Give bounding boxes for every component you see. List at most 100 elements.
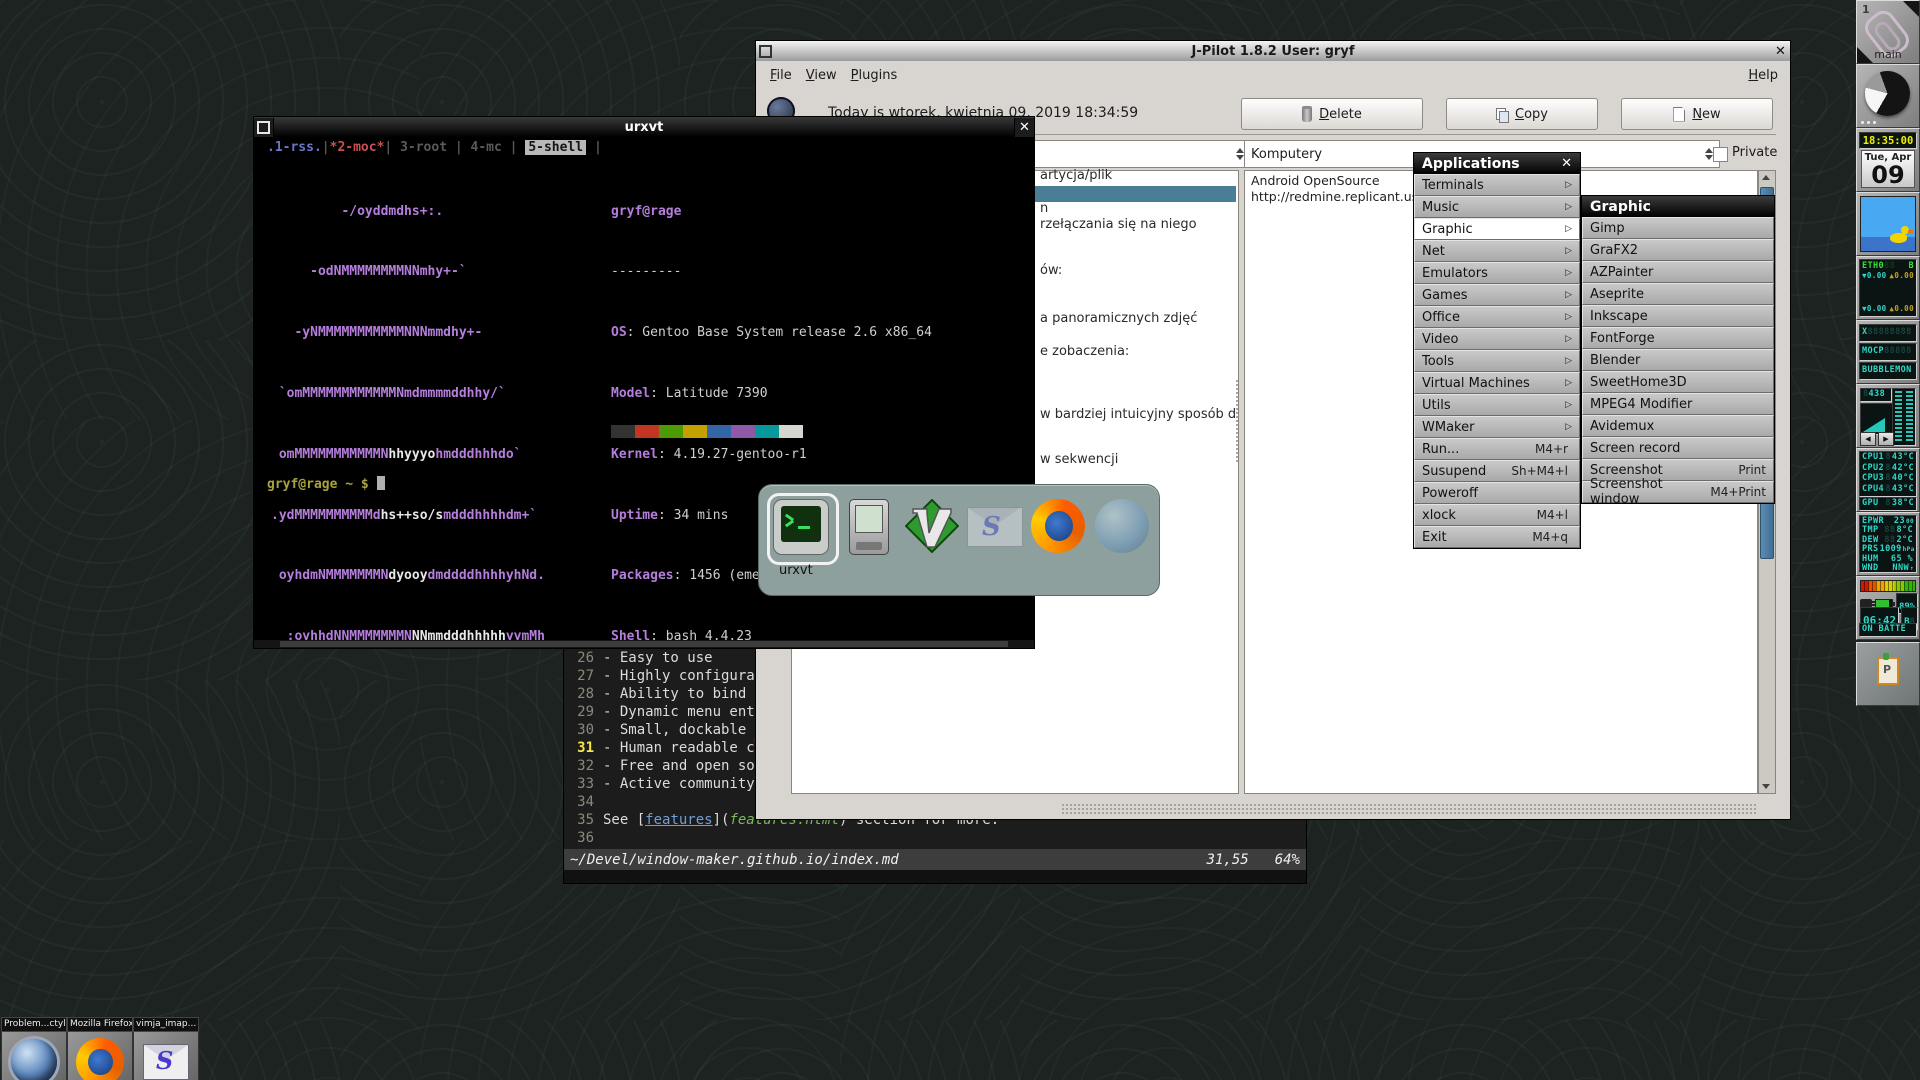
miniaturize-button[interactable] [254, 118, 274, 137]
menu-item[interactable]: SweetHome3D [1582, 371, 1774, 393]
screen-tabs[interactable]: .1-rss.|*2-moc*| 3-root | 4-mc | 5-shell… [267, 140, 602, 155]
delete-button[interactable]: Delete [1241, 98, 1423, 130]
screen-tab[interactable]: *2-moc* [330, 140, 385, 155]
urxvt-terminal-icon[interactable] [773, 499, 827, 553]
dock-cpu-temps[interactable]: CPU1843°C CPU2842°C CPU3840°C CPU4843°C … [1856, 448, 1920, 512]
screen-tab[interactable]: 4-mc [463, 140, 510, 155]
dock-clipboard-manager[interactable]: P [1856, 642, 1920, 706]
list-row[interactable]: a panoramicznych zdjęć [1040, 311, 1197, 326]
menu-item[interactable]: GraFX2 [1582, 239, 1774, 261]
list-row[interactable]: n [1040, 201, 1048, 216]
list-row[interactable]: w bardziej intuicyjny sposób d [1040, 407, 1236, 422]
menu-item[interactable]: Office ▷ [1414, 306, 1580, 328]
menu-file[interactable]: File [770, 68, 792, 83]
menu-item[interactable]: Graphic ▷ [1414, 218, 1580, 240]
list-row[interactable]: rzełączania się na niego [1040, 217, 1197, 232]
shell-prompt[interactable]: gryf@rage ~ $ [267, 476, 385, 492]
browser-globe-icon-dimmed[interactable] [1095, 499, 1149, 553]
dock-mixer[interactable]: 8438 ◀ ▶ [1856, 384, 1920, 448]
menu-item[interactable]: Emulators ▷ [1414, 262, 1580, 284]
menu-item[interactable]: Screenshot window M4+Print [1582, 481, 1774, 503]
list-row[interactable]: e zobaczenia: [1040, 344, 1129, 359]
graphic-submenu-titlebar[interactable]: Graphic [1582, 196, 1774, 217]
dock-weather[interactable]: EPWR2300 TMP888°C DEW882°C PRS1009hPa HU… [1856, 512, 1920, 576]
screen-tab[interactable]: | [510, 140, 526, 155]
screen-tab[interactable]: | [322, 140, 330, 155]
menu-item[interactable]: Avidemux [1582, 415, 1774, 437]
private-checkbox[interactable] [1713, 147, 1728, 162]
menu-plugins[interactable]: Plugins [851, 68, 898, 83]
desktop: Problem...ctyl Mozilla Firefox vimja_ima… [0, 0, 1920, 1080]
menu-item[interactable]: Aseprite [1582, 283, 1774, 305]
jpilot-titlebar[interactable]: J-Pilot 1.8.2 User: gryf ✕ [756, 41, 1790, 62]
dock-gnustep-app[interactable] [1856, 64, 1920, 128]
menu-item[interactable]: FontForge [1582, 327, 1774, 349]
menu-item[interactable]: Virtual Machines ▷ [1414, 372, 1580, 394]
list-row[interactable]: artycja/plik [1040, 168, 1112, 183]
list-row[interactable]: ów: [1040, 263, 1062, 278]
spinner-arrows-icon [1236, 148, 1244, 160]
menu-item[interactable]: Terminals ▷ [1414, 174, 1580, 196]
screen-tab[interactable]: .1-rss. [267, 140, 322, 155]
appicon-firefox[interactable]: Mozilla Firefox [67, 1029, 133, 1080]
menu-item[interactable]: Blender [1582, 349, 1774, 371]
selected-app-label: urxvt [779, 563, 813, 578]
menu-item[interactable]: Video ▷ [1414, 328, 1580, 350]
menu-item[interactable]: MPEG4 Modifier [1582, 393, 1774, 415]
features-link[interactable]: features [645, 812, 712, 828]
menu-item[interactable]: Music ▷ [1414, 196, 1580, 218]
menu-item[interactable]: Games ▷ [1414, 284, 1580, 306]
list-row[interactable]: w sekwencji [1040, 452, 1118, 467]
menu-title: Graphic [1590, 199, 1651, 215]
dock-clock[interactable]: 18:35:00 Tue, Apr 09 [1856, 128, 1920, 192]
menu-view[interactable]: View [806, 68, 837, 83]
close-button[interactable]: ✕ [1014, 118, 1034, 137]
applications-menu-titlebar[interactable]: Applications ✕ [1414, 153, 1580, 174]
menu-item[interactable]: Tools ▷ [1414, 350, 1580, 372]
vim-statusline: ~/Devel/window-maker.github.io/index.md … [564, 849, 1306, 870]
vim-cmdline [564, 870, 1306, 883]
menu-help[interactable]: Help [1748, 68, 1778, 83]
menu-item[interactable]: Susupend Sh+M4+l [1414, 460, 1580, 482]
menu-item[interactable]: Run... M4+r [1414, 438, 1580, 460]
dock-duck-pond[interactable] [1856, 192, 1920, 256]
dock-network-monitor[interactable]: ETH088B ▼0.00▲0.00 ▼0.00▲0.00 [1856, 256, 1920, 320]
next-channel-button[interactable]: ▶ [1878, 432, 1894, 446]
menu-item[interactable]: Net ▷ [1414, 240, 1580, 262]
new-button[interactable]: New [1621, 98, 1773, 130]
resize-grip[interactable] [1061, 803, 1756, 814]
mail-icon-dimmed[interactable]: S [967, 499, 1021, 553]
menu-item[interactable]: Exit M4+q [1414, 526, 1580, 548]
screen-tab[interactable]: | [455, 140, 463, 155]
menu-item[interactable]: Gimp [1582, 217, 1774, 239]
miniaturize-button[interactable] [756, 42, 775, 61]
dock-battery[interactable]: 89% 06:42 B8 ON BATTE [1856, 576, 1920, 640]
clip-next-arrow[interactable] [1903, 1, 1919, 17]
dock-lcd-monitors[interactable]: X88888888 MOCP88888 BUBBLEMON [1856, 320, 1920, 384]
dock-clip[interactable]: 1 main [1856, 0, 1920, 64]
vim-cursor-pos: 31,55 [1207, 852, 1249, 868]
copy-button[interactable]: Copy [1446, 98, 1598, 130]
mail-icon: S [143, 1044, 189, 1080]
menu-item[interactable]: Screen record [1582, 437, 1774, 459]
firefox-icon[interactable] [1031, 499, 1085, 553]
menu-item[interactable]: Utils ▷ [1414, 394, 1580, 416]
menu-item[interactable]: Inkscape [1582, 305, 1774, 327]
screen-tab[interactable]: 3-root [392, 140, 455, 155]
terminal-titlebar[interactable]: urxvt ✕ [254, 117, 1034, 137]
appicon-problem[interactable]: Problem...ctyl [1, 1029, 67, 1080]
menu-item[interactable]: WMaker ▷ [1414, 416, 1580, 438]
screen-tab[interactable]: | [586, 140, 602, 155]
vim-icon[interactable] [905, 499, 959, 553]
screen-tab[interactable]: 5-shell [525, 140, 586, 155]
prev-channel-button[interactable]: ◀ [1860, 432, 1876, 446]
close-icon[interactable]: ✕ [1561, 156, 1572, 171]
menu-item[interactable]: AZPainter [1582, 261, 1774, 283]
menu-title: Applications [1422, 156, 1520, 172]
resize-bar[interactable] [254, 640, 1034, 648]
menu-item[interactable]: Poweroff [1414, 482, 1580, 504]
appicon-mail[interactable]: vimja_imap... S [133, 1029, 199, 1080]
close-button[interactable]: ✕ [1771, 42, 1790, 61]
menu-item[interactable]: xlock M4+l [1414, 504, 1580, 526]
jpilot-palm-icon[interactable] [841, 499, 895, 553]
